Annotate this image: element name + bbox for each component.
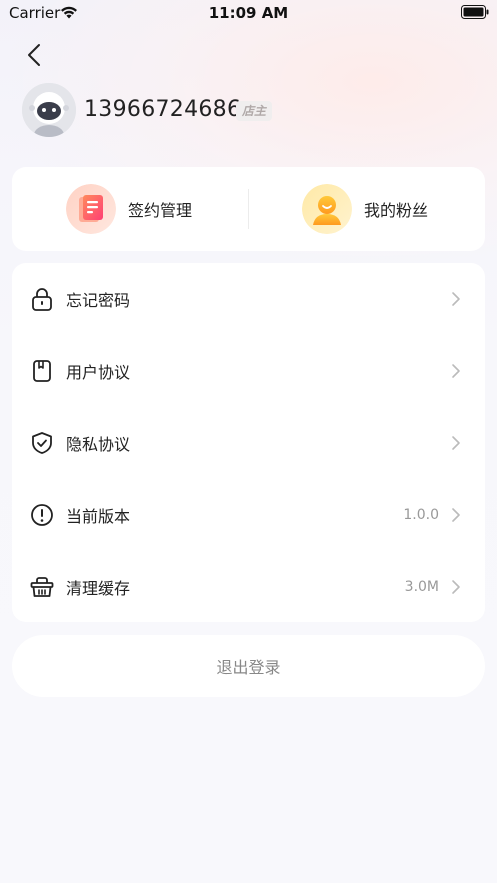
my-fans-button[interactable]: 我的粉丝 (302, 167, 428, 251)
contract-management-button[interactable]: 签约管理 (66, 167, 192, 251)
my-fans-label: 我的粉丝 (364, 201, 429, 220)
settings-row-clear-cache[interactable]: 清理缓存 3.0M (12, 551, 485, 623)
chevron-right-icon (452, 292, 460, 306)
clock: 11:09 AM (208, 4, 289, 22)
logout-button[interactable]: 退出登录 (12, 635, 485, 697)
current-version-value: 1.0.0 (403, 507, 439, 523)
settings-row-privacy-agreement[interactable]: 隐私协议 (12, 407, 485, 479)
shield-check-icon (32, 432, 52, 454)
quick-divider (248, 189, 249, 229)
chevron-right-icon (452, 436, 460, 450)
info-circle-icon (31, 504, 53, 526)
lock-icon (32, 288, 52, 311)
role-badge: 店主 (236, 101, 273, 121)
contract-management-label: 签约管理 (128, 201, 193, 220)
settings-list: 忘记密码 用户协议 隐私协议 当前版本 1.0.0 清理缓存 3.0M (12, 263, 485, 622)
clear-cache-value: 3.0M (404, 579, 439, 595)
settings-row-current-version[interactable]: 当前版本 1.0.0 (12, 479, 485, 551)
chevron-left-icon (28, 44, 40, 66)
contract-icon (66, 184, 116, 234)
forgot-password-label: 忘记密码 (66, 291, 131, 310)
settings-row-user-agreement[interactable]: 用户协议 (12, 335, 485, 407)
user-phone: 13966724686 (84, 97, 242, 122)
document-icon (33, 360, 51, 382)
avatar[interactable] (22, 83, 76, 137)
user-agreement-label: 用户协议 (66, 363, 131, 382)
settings-row-forgot-password[interactable]: 忘记密码 (12, 263, 485, 335)
current-version-label: 当前版本 (66, 507, 131, 526)
status-bar: Carrier 11:09 AM (0, 0, 497, 26)
chevron-right-icon (452, 508, 460, 522)
fans-icon (302, 184, 352, 234)
basket-icon (30, 577, 54, 597)
quick-actions-card: 签约管理 我的粉丝 (12, 167, 485, 251)
robot-avatar-icon (22, 83, 76, 137)
chevron-right-icon (452, 580, 460, 594)
back-button[interactable] (20, 40, 48, 70)
battery-icon (461, 5, 489, 19)
chevron-right-icon (452, 364, 460, 378)
privacy-agreement-label: 隐私协议 (66, 435, 131, 454)
clear-cache-label: 清理缓存 (66, 579, 131, 598)
